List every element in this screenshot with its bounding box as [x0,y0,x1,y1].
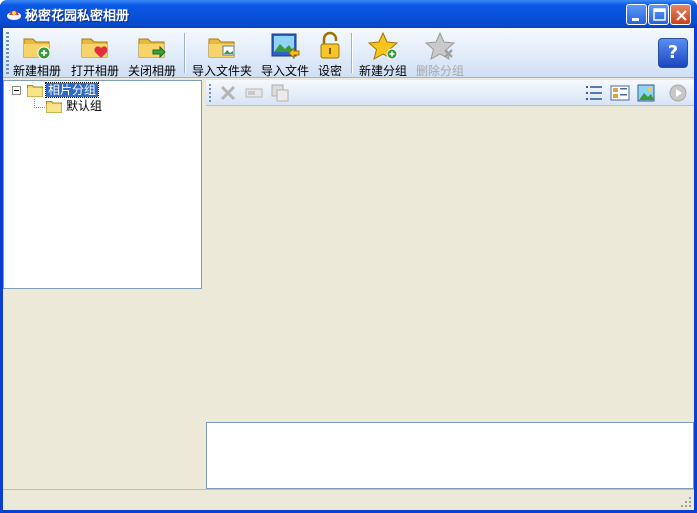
play-slideshow-icon[interactable] [668,83,688,103]
toolbar-grip[interactable] [6,32,9,74]
app-logo-icon [7,10,21,20]
tree-root-label[interactable]: 相片分组 [44,82,100,98]
minimize-icon [632,18,639,21]
folder-heart-icon [81,38,108,58]
group-tree[interactable]: 相片分组 默认组 [3,80,202,289]
close-button[interactable] [670,4,691,25]
open-album-label: 打开相册 [70,64,119,78]
set-password-label: 设密 [317,64,342,78]
delete-group-label: 删除分组 [415,64,464,78]
new-album-button[interactable]: 新建相册 [11,31,63,78]
title-bar[interactable]: 秘密花园私密相册 [0,0,697,28]
window-title: 秘密花园私密相册 [25,9,130,24]
tree-child-label[interactable]: 默认组 [64,99,104,113]
new-album-label: 新建相册 [12,64,61,78]
delete-icon[interactable] [218,83,238,103]
close-icon [676,10,687,21]
folder-icon [46,101,62,113]
thumbnail-view-icon[interactable] [636,83,656,103]
star-add-icon [367,31,399,61]
folder-add-icon [23,38,51,60]
copy-image-icon[interactable] [270,83,290,103]
photo-grid[interactable] [206,106,694,422]
maximize-icon [653,8,666,21]
import-folder-label: 导入文件夹 [191,64,252,78]
resize-grip-icon[interactable] [680,496,692,508]
folder-icon [27,85,43,97]
close-album-label: 关闭相册 [127,64,176,78]
rename-icon[interactable] [244,83,264,103]
new-group-label: 新建分组 [358,64,407,78]
delete-group-button[interactable]: 删除分组 [414,31,466,78]
status-bar [3,489,694,510]
collapse-toggle[interactable] [12,86,21,95]
main-toolbar: 新建相册 打开相册 关闭相册 导入文件夹 导入文件 设密 新建分组 删除分组 ? [3,28,694,78]
tree-node-root[interactable]: 相片分组 [4,82,201,99]
import-file-label: 导入文件 [260,64,309,78]
app-window: 秘密花园私密相册 新建相册 打开相册 关闭相册 导入文件夹 导入文件 设密 新建… [0,0,697,513]
star-delete-icon [424,31,456,61]
folder-image-icon [208,38,235,58]
new-group-button[interactable]: 新建分组 [357,31,409,78]
import-folder-button[interactable]: 导入文件夹 [190,31,254,78]
image-import-icon [271,33,300,60]
maximize-button[interactable] [648,4,669,25]
photo-info-panel[interactable] [206,422,694,489]
photo-toolbar [206,80,694,106]
import-file-button[interactable]: 导入文件 [258,31,312,78]
minimize-button[interactable] [626,4,647,25]
set-password-button[interactable]: 设密 [315,31,345,78]
open-album-button[interactable]: 打开相册 [69,31,121,78]
lock-icon [320,31,340,59]
close-album-button[interactable]: 关闭相册 [126,31,178,78]
tree-node-default-group[interactable]: 默认组 [4,99,201,115]
client-area: 新建相册 打开相册 关闭相册 导入文件夹 导入文件 设密 新建分组 删除分组 ?… [3,28,694,510]
list-view-icon[interactable] [584,83,604,103]
folder-arrow-icon [138,38,166,59]
detail-view-icon[interactable] [610,83,630,103]
toolbar-separator [351,33,352,73]
toolbar-grip[interactable] [209,84,211,102]
help-button[interactable]: ? [658,38,688,68]
toolbar-separator [184,33,185,73]
